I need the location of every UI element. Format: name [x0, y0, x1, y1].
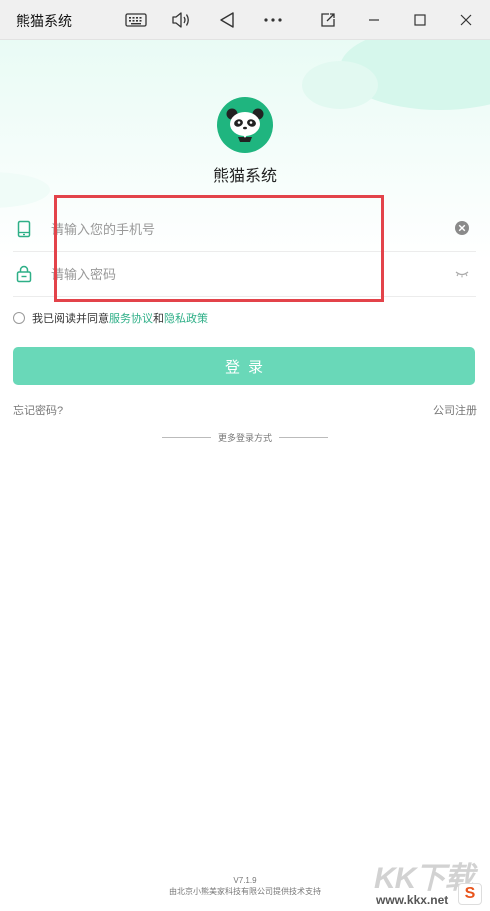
clear-icon[interactable]	[454, 220, 470, 236]
close-button[interactable]	[446, 0, 486, 40]
agreement-prefix: 我已阅读并同意	[32, 313, 109, 325]
privacy-policy-link[interactable]: 隐私政策	[164, 310, 208, 326]
version-label: V7.1.9	[233, 876, 257, 885]
volume-icon	[172, 12, 189, 28]
phone-input[interactable]	[51, 215, 431, 243]
panda-logo-icon	[217, 97, 273, 153]
agreement-radio[interactable]	[13, 312, 25, 324]
support-label: 由北京小熊美家科技有限公司提供技术支持	[169, 887, 321, 896]
forgot-password-link[interactable]: 忘记密码?	[13, 402, 63, 418]
password-field-row	[13, 252, 476, 297]
more-login-divider: 更多登录方式	[162, 430, 329, 444]
back-button[interactable]	[207, 0, 247, 40]
maximize-icon	[414, 14, 426, 26]
lock-icon	[16, 265, 32, 283]
screen-capture-button[interactable]	[308, 0, 348, 40]
app-name: 熊猫系统	[212, 168, 277, 185]
more-dots-icon	[264, 18, 282, 22]
back-triangle-icon	[220, 12, 234, 28]
minimize-button[interactable]	[354, 0, 394, 40]
keyboard-icon	[125, 13, 147, 27]
agreement-row: 我已阅读并同意 服务协议 和 隐私政策	[13, 310, 208, 326]
service-agreement-link[interactable]: 服务协议	[109, 310, 153, 326]
phone-icon	[17, 220, 31, 238]
eye-closed-icon[interactable]	[454, 265, 470, 281]
password-input[interactable]	[51, 260, 431, 288]
login-button[interactable]: 登录	[13, 347, 475, 385]
volume-button[interactable]	[161, 0, 201, 40]
divider-line-right	[279, 436, 329, 438]
divider-line-left	[162, 436, 211, 438]
more-login-label[interactable]: 更多登录方式	[211, 431, 279, 444]
more-button[interactable]	[253, 0, 293, 40]
minimize-icon	[369, 19, 379, 21]
screen-capture-icon	[321, 13, 335, 27]
keyboard-button[interactable]	[116, 0, 156, 40]
login-page: 熊猫系统 我已阅读并同意 服务协议 和 隐私政策	[0, 40, 490, 911]
agreement-and: 和	[153, 313, 164, 325]
phone-field-row	[13, 207, 476, 252]
window-titlebar: 熊猫系统	[0, 0, 490, 40]
window-title: 熊猫系统	[16, 13, 72, 29]
company-register-link[interactable]: 公司注册	[433, 402, 477, 418]
maximize-button[interactable]	[400, 0, 440, 40]
close-icon	[460, 14, 472, 26]
